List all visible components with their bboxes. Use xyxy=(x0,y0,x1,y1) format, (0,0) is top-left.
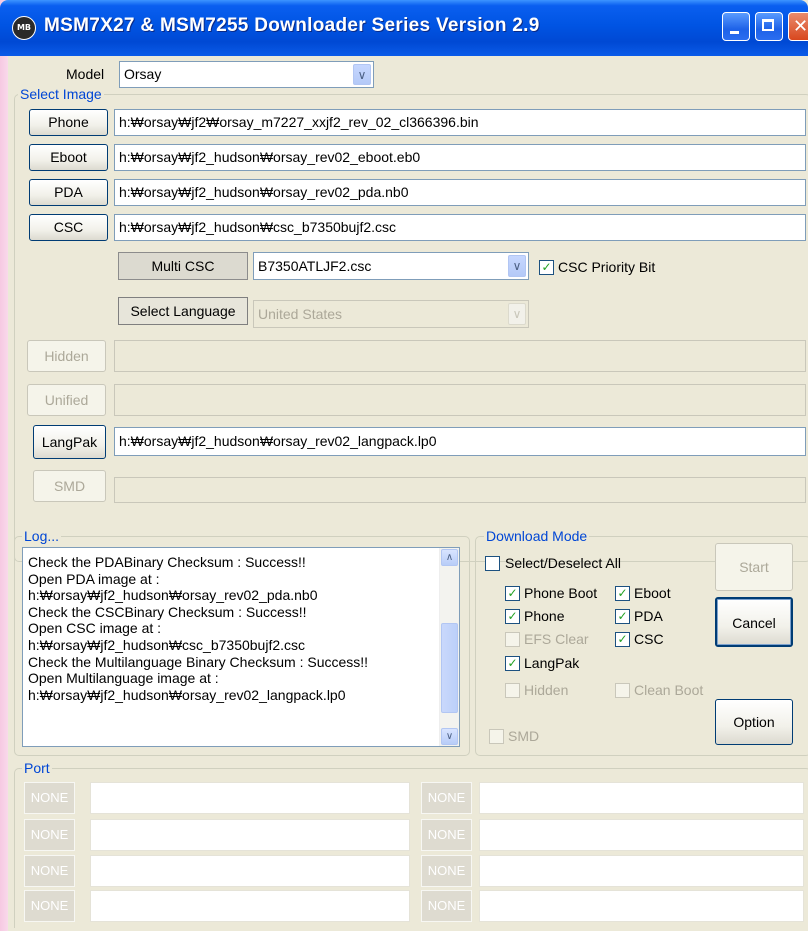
multi-csc-label: Multi CSC xyxy=(118,252,248,280)
phone-checkbox[interactable]: ✓ xyxy=(505,609,520,624)
model-select[interactable]: Orsay ∨ xyxy=(119,61,374,88)
scrollbar-thumb[interactable] xyxy=(441,623,458,713)
phone-button[interactable]: Phone xyxy=(29,109,108,136)
select-image-group-label: Select Image xyxy=(18,86,104,102)
port-field-8 xyxy=(479,890,804,922)
chevron-down-icon[interactable]: ∨ xyxy=(508,303,526,325)
eboot-path-field[interactable]: h:₩orsay₩jf2_hudson₩orsay_rev02_eboot.eb… xyxy=(114,144,806,171)
clean-boot-label: Clean Boot xyxy=(634,682,704,698)
log-scrollbar[interactable]: ∧ ∨ xyxy=(439,548,459,746)
pda-checkbox[interactable]: ✓ xyxy=(615,609,630,624)
downloader-window: MB MSM7X27 & MSM7255 Downloader Series V… xyxy=(0,0,808,931)
unified-path-field[interactable] xyxy=(114,384,806,416)
port-status-1: NONE xyxy=(24,782,75,814)
hidden-label: Hidden xyxy=(524,682,569,698)
start-button[interactable]: Start xyxy=(715,543,793,591)
model-label: Model xyxy=(66,66,105,82)
app-icon: MB xyxy=(12,16,36,40)
phone-label: Phone xyxy=(524,608,565,624)
log-line: h:₩orsay₩jf2_hudson₩csc_b7350bujf2.csc xyxy=(28,636,306,653)
csc-button[interactable]: CSC xyxy=(29,214,108,241)
port-status-4: NONE xyxy=(24,890,75,922)
port-status-2: NONE xyxy=(24,819,75,851)
log-line: h:₩orsay₩jf2_hudson₩orsay_rev02_pda.nb0 xyxy=(28,587,318,604)
eboot-button[interactable]: Eboot xyxy=(29,144,108,171)
port-field-7 xyxy=(479,855,804,887)
select-all-checkbox[interactable] xyxy=(485,556,500,571)
log-line: h:₩orsay₩jf2_hudson₩orsay_rev02_langpack… xyxy=(28,686,346,703)
multi-csc-value: B7350ATLJF2.csc xyxy=(258,258,372,274)
pda-label: PDA xyxy=(634,608,663,624)
langpak-checkbox[interactable]: ✓ xyxy=(505,656,520,671)
efs-clear-checkbox[interactable] xyxy=(505,632,520,647)
select-language-label: Select Language xyxy=(118,297,248,325)
log-line: Check the Multilanguage Binary Checksum … xyxy=(28,653,369,670)
hidden-checkbox[interactable] xyxy=(505,683,520,698)
phone-boot-label: Phone Boot xyxy=(524,585,598,601)
port-status-8: NONE xyxy=(421,890,472,922)
cancel-button[interactable]: Cancel xyxy=(715,597,793,647)
clean-boot-checkbox[interactable] xyxy=(615,683,630,698)
port-field-5 xyxy=(479,782,804,814)
title-bar[interactable]: MB MSM7X27 & MSM7255 Downloader Series V… xyxy=(0,0,808,56)
port-group-label: Port xyxy=(22,760,52,776)
model-select-value: Orsay xyxy=(124,66,162,82)
csc-checkbox[interactable]: ✓ xyxy=(615,632,630,647)
select-all-label: Select/Deselect All xyxy=(505,555,621,571)
smd-checkbox[interactable] xyxy=(489,729,504,744)
langpak-label: LangPak xyxy=(524,655,580,671)
port-field-1 xyxy=(90,782,410,814)
log-lines: Check the PDABinary Checksum : Success!!… xyxy=(28,554,435,703)
maximize-button[interactable] xyxy=(755,12,783,41)
language-select-value: United States xyxy=(258,306,343,322)
log-group-label: Log... xyxy=(22,528,62,544)
log-line: Open CSC image at : xyxy=(28,620,162,637)
client-area: Model Orsay ∨ Select Image Phone h:₩orsa… xyxy=(8,56,808,931)
eboot-label: Eboot xyxy=(634,585,671,601)
chevron-down-icon[interactable]: ∨ xyxy=(353,64,371,85)
port-field-6 xyxy=(479,819,804,851)
log-line: Check the PDABinary Checksum : Success!! xyxy=(28,554,306,570)
smd-path-field[interactable] xyxy=(114,477,806,503)
scroll-down-icon[interactable]: ∨ xyxy=(441,728,458,745)
close-icon: ✕ xyxy=(793,16,808,37)
efs-clear-label: EFS Clear xyxy=(524,631,589,647)
hidden-path-field[interactable] xyxy=(114,340,806,372)
csc-priority-checkbox[interactable]: ✓ xyxy=(539,260,554,275)
log-textarea[interactable]: Check the PDABinary Checksum : Success!!… xyxy=(22,547,460,747)
csc-label: CSC xyxy=(634,631,664,647)
option-button[interactable]: Option xyxy=(715,699,793,745)
port-status-6: NONE xyxy=(421,819,472,851)
scroll-up-icon[interactable]: ∧ xyxy=(441,549,458,566)
window-title: MSM7X27 & MSM7255 Downloader Series Vers… xyxy=(44,15,540,36)
port-field-4 xyxy=(90,890,410,922)
download-mode-group-label: Download Mode xyxy=(484,528,590,544)
log-line: Open Multilanguage image at : xyxy=(28,670,219,687)
port-status-5: NONE xyxy=(421,782,472,814)
port-status-7: NONE xyxy=(421,855,472,887)
phone-boot-checkbox[interactable]: ✓ xyxy=(505,586,520,601)
pda-path-field[interactable]: h:₩orsay₩jf2_hudson₩orsay_rev02_pda.nb0 xyxy=(114,179,806,206)
pda-button[interactable]: PDA xyxy=(29,179,108,206)
smd-label: SMD xyxy=(508,728,540,744)
multi-csc-select[interactable]: B7350ATLJF2.csc ∨ xyxy=(253,252,529,280)
smd-button[interactable]: SMD xyxy=(33,470,106,502)
unified-button[interactable]: Unified xyxy=(27,384,106,416)
log-line: Check the CSCBinary Checksum : Success!! xyxy=(28,603,307,620)
language-select[interactable]: United States ∨ xyxy=(253,300,529,328)
langpak-button[interactable]: LangPak xyxy=(33,425,106,459)
csc-priority-label: CSC Priority Bit xyxy=(558,259,656,275)
port-field-2 xyxy=(90,819,410,851)
csc-path-field[interactable]: h:₩orsay₩jf2_hudson₩csc_b7350bujf2.csc xyxy=(114,214,806,241)
log-line: Open PDA image at : xyxy=(28,570,160,587)
minimize-button[interactable] xyxy=(722,12,750,41)
close-button[interactable]: ✕ xyxy=(788,12,808,41)
port-field-3 xyxy=(90,855,410,887)
chevron-down-icon[interactable]: ∨ xyxy=(508,255,526,277)
port-status-3: NONE xyxy=(24,855,75,887)
phone-path-field[interactable]: h:₩orsay₩jf2₩orsay_m7227_xxjf2_rev_02_cl… xyxy=(114,109,806,136)
hidden-button[interactable]: Hidden xyxy=(27,340,106,372)
eboot-checkbox[interactable]: ✓ xyxy=(615,586,630,601)
langpak-path-field[interactable]: h:₩orsay₩jf2_hudson₩orsay_rev02_langpack… xyxy=(114,427,806,456)
